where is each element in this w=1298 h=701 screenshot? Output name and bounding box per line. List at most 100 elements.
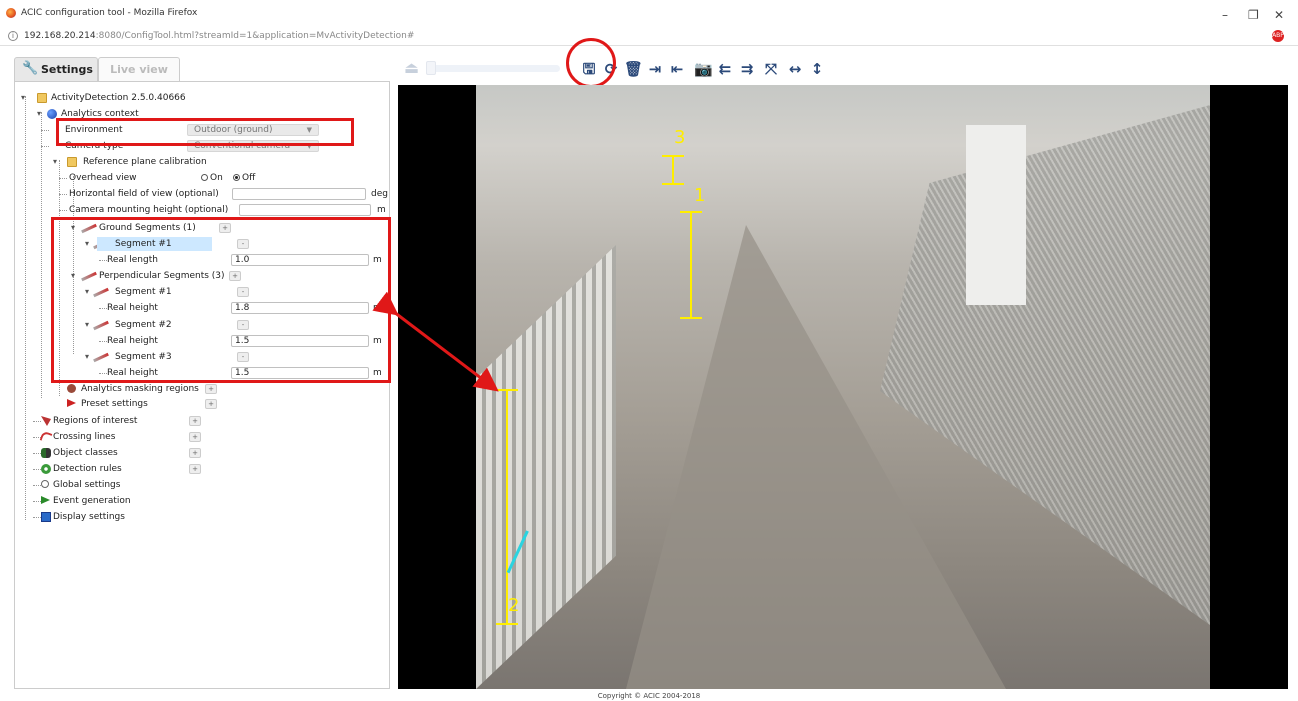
global-settings-label: Global settings [53,480,121,490]
tree-connector [59,194,67,195]
real-length-row: Real length 1.0 m [99,253,389,267]
preset-flag-icon [67,399,76,407]
collapse-icon[interactable]: ▾ [83,321,91,329]
slider-handle[interactable] [426,61,436,75]
environment-select[interactable]: Outdoor (ground) ▼ [187,124,319,136]
maximize-button[interactable]: ❐ [1248,8,1259,22]
real-height-1-input[interactable]: 1.8 [231,302,369,314]
reference-plane-label: Reference plane calibration [83,157,207,167]
radio-selected-icon[interactable] [233,174,240,181]
segment-1-label: 1 [694,185,706,206]
playback-slider[interactable] [430,65,560,72]
tree-line [25,96,26,520]
remove-perp-segment-1-button[interactable]: - [237,287,249,297]
tree-perp-segment-3[interactable]: ▾ Segment #3 - [81,350,387,364]
real-height-3-input[interactable]: 1.5 [231,367,369,379]
real-height-2-input[interactable]: 1.5 [231,335,369,347]
add-preset-button[interactable]: + [205,399,217,409]
monitor-icon [41,512,51,522]
tab-settings[interactable]: 🔧 Settings [14,57,98,81]
add-region-button[interactable]: + [189,416,201,426]
tree-display-settings[interactable]: Display settings [33,510,373,524]
crossing-lines-label: Crossing lines [53,432,116,442]
collapse-icon[interactable]: ▾ [83,353,91,361]
tab-live-view[interactable]: Live view [98,57,180,81]
tree-regions-of-interest[interactable]: Regions of interest + [33,414,373,428]
segment-pen-icon [93,320,109,331]
ground-segment-1-label: Segment #1 [97,237,212,251]
radio-icon[interactable] [201,174,208,181]
address-bar[interactable]: i 192.168.20.214:8080/ConfigTool.html?st… [0,28,1298,46]
copyright-text: Copyright © ACIC 2004-2018 [597,692,701,700]
segment-pen-icon [81,223,97,234]
add-crossing-line-button[interactable]: + [189,432,201,442]
site-info-icon[interactable]: i [8,31,18,41]
remove-perp-segment-2-button[interactable]: - [237,320,249,330]
tree-analytics-context[interactable]: ▾ Analytics context [33,107,383,121]
fit-height-icon[interactable]: ↕ [808,59,826,79]
tree-event-generation[interactable]: Event generation [33,494,373,508]
url-host: 192.168.20.214 [24,31,96,41]
tree-perpendicular-segments[interactable]: ▾ Perpendicular Segments (3) + [67,269,387,283]
mount-height-input[interactable] [239,204,371,216]
crossing-line-icon [39,430,53,444]
region-icon [41,416,51,426]
tree-detection-rules[interactable]: Detection rules + [33,462,373,476]
tree-analytics-masking[interactable]: Analytics masking regions + [59,382,379,396]
overhead-off-option[interactable]: Off [233,171,255,185]
add-perpendicular-segment-button[interactable]: + [229,271,241,281]
segment-3-marker [672,155,674,185]
trash-icon[interactable]: 🗑 [624,59,643,79]
collapse-icon[interactable]: ▾ [19,94,27,102]
add-ground-segment-button[interactable]: + [219,223,231,233]
import-icon[interactable]: ⇥ [646,59,664,79]
close-button[interactable]: ✕ [1274,8,1284,22]
tree-perp-segment-1[interactable]: ▾ Segment #1 - [81,285,387,299]
analytics-masking-label: Analytics masking regions [81,384,199,394]
tree-reference-plane[interactable]: ▾ Reference plane calibration [49,155,389,169]
add-object-class-button[interactable]: + [189,448,201,458]
collapse-icon[interactable]: ▾ [35,110,43,118]
tree-root[interactable]: ▾ ActivityDetection 2.5.0.40666 [17,91,387,105]
segment-1-cap-top [680,211,702,213]
object-classes-icon [41,448,51,458]
tree-ground-segments[interactable]: ▾ Ground Segments (1) + [67,221,387,235]
tree-connector [59,178,67,179]
save-preset-icon[interactable]: ⇉ [738,59,756,79]
url-text[interactable]: 192.168.20.214:8080/ConfigTool.html?stre… [24,31,414,41]
tree-preset-settings[interactable]: Preset settings + [59,397,379,411]
real-length-input[interactable]: 1.0 [231,254,369,266]
load-preset-icon[interactable]: ⇇ [716,59,734,79]
collapse-icon[interactable]: ▾ [83,288,91,296]
collapse-icon[interactable]: ▾ [69,272,77,280]
camera-type-select[interactable]: Conventional camera ▼ [187,140,319,152]
adblock-icon[interactable]: ABP [1272,30,1284,42]
real-height-3-label: Real height [107,368,158,378]
export-icon[interactable]: ⇤ [668,59,686,79]
collapse-icon[interactable]: ▾ [69,224,77,232]
video-view[interactable]: 3 1 2 [398,85,1288,689]
collapse-icon[interactable]: ▾ [83,240,91,248]
eject-icon[interactable]: ⏏ [404,60,422,78]
add-masking-region-button[interactable]: + [205,384,217,394]
minimize-button[interactable]: – [1222,8,1228,22]
overhead-on-option[interactable]: On [201,171,223,185]
tree-global-settings[interactable]: Global settings [33,478,373,492]
real-height-2-label: Real height [107,336,158,346]
tree-object-classes[interactable]: Object classes + [33,446,373,460]
fit-width-icon[interactable]: ↔ [786,59,804,79]
chevron-down-icon: ▼ [306,126,312,134]
tree-ground-segment-1[interactable]: ▾ Segment #1 - [81,237,387,251]
collapse-icon[interactable]: ▾ [51,158,59,166]
camera-icon[interactable]: 📷 [694,59,713,79]
real-height-1-row: Real height 1.8 m [99,301,389,315]
environment-value: Outdoor (ground) [194,125,273,135]
add-detection-rule-button[interactable]: + [189,464,201,474]
tree-perp-segment-2[interactable]: ▾ Segment #2 - [81,318,387,332]
hfov-input[interactable] [232,188,366,200]
segment-pen-icon [81,271,97,282]
remove-perp-segment-3-button[interactable]: - [237,352,249,362]
fit-screen-icon[interactable]: ⤧ [762,59,780,79]
remove-ground-segment-button[interactable]: - [237,239,249,249]
tree-crossing-lines[interactable]: Crossing lines + [33,430,373,444]
